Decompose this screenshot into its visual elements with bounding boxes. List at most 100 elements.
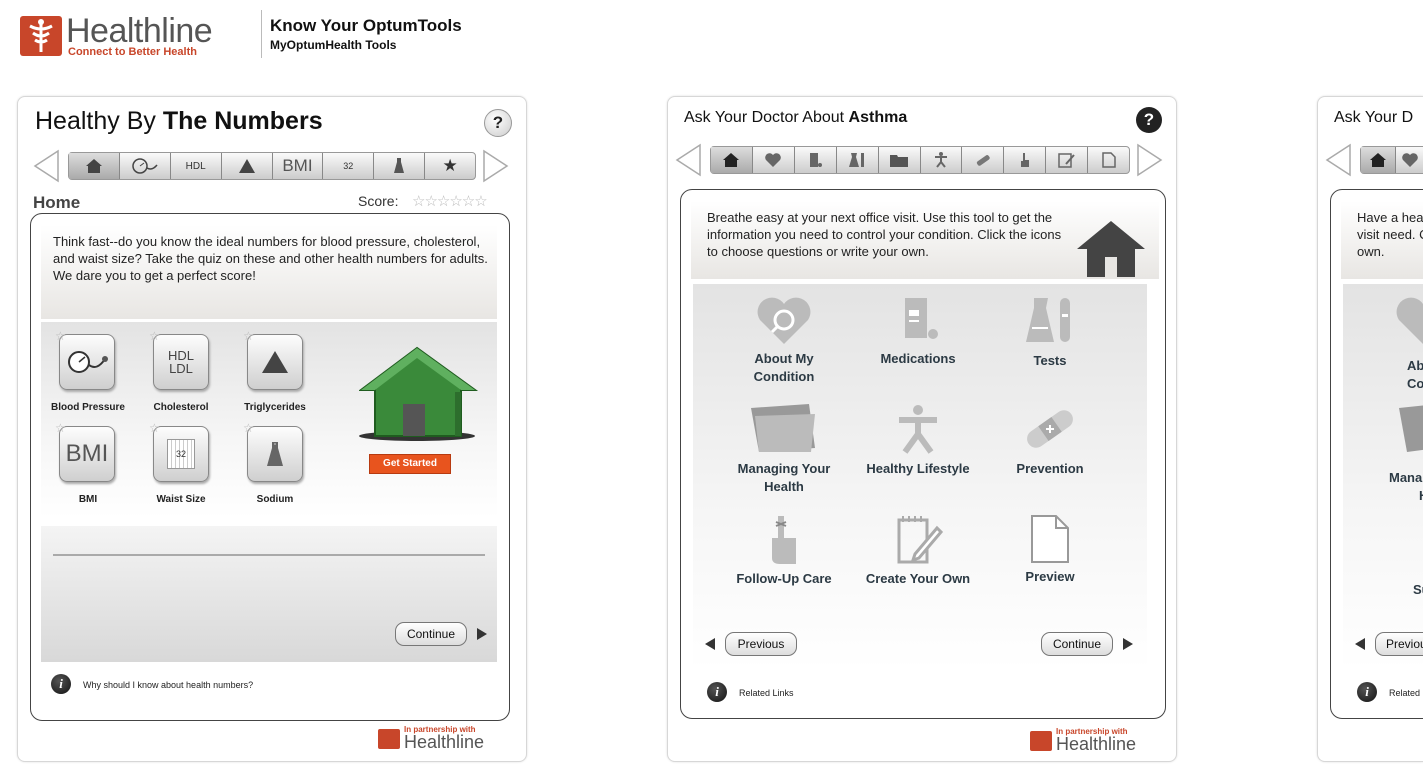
info-link[interactable]: Why should I know about health numbers? xyxy=(83,680,253,690)
item-label: Mana xyxy=(1389,470,1423,485)
nav-strip xyxy=(1360,146,1423,174)
item-label: Preview xyxy=(1025,569,1075,584)
tests-item[interactable]: Tests xyxy=(995,294,1105,370)
nav-tests-icon[interactable] xyxy=(837,147,879,173)
tile-grid: ☆ ☆ HDL LDL ☆ Blood Pressure Cholesterol … xyxy=(41,322,497,518)
medication-icon xyxy=(905,298,938,339)
nav-prev-arrow-icon[interactable] xyxy=(674,143,702,177)
nav-medication-icon[interactable] xyxy=(795,147,837,173)
nav-blood-pressure-icon[interactable] xyxy=(120,153,171,179)
previous-button[interactable]: Previou xyxy=(1375,632,1423,656)
sodium-tile[interactable]: ☆ xyxy=(243,421,303,482)
continue-button[interactable]: Continue xyxy=(1041,632,1113,656)
nav-home-icon[interactable] xyxy=(711,147,753,173)
nav-prev-arrow-icon[interactable] xyxy=(32,149,60,183)
nav-lifestyle-icon[interactable] xyxy=(921,147,963,173)
score-label: Score: xyxy=(358,193,399,209)
managing-your-health-item[interactable]: Managing Your Health xyxy=(729,402,839,496)
house-icon xyxy=(1077,221,1145,277)
nav-bmi-icon[interactable]: BMI xyxy=(273,153,324,179)
tile-label-waist: Waist Size xyxy=(156,494,206,505)
nav-next-arrow-icon[interactable] xyxy=(482,149,510,183)
page-subtitle: MyOptumHealth Tools xyxy=(270,38,397,52)
finger-string-icon xyxy=(772,516,796,564)
caduceus-icon xyxy=(378,729,400,749)
waist-size-tile[interactable]: ☆ 32 xyxy=(149,421,209,482)
person-exercise-icon xyxy=(899,405,937,454)
nav-bandage-icon[interactable] xyxy=(962,147,1005,173)
folder-icon xyxy=(751,404,815,452)
previous-arrow-icon[interactable] xyxy=(1355,638,1365,650)
nav-preview-icon[interactable] xyxy=(1088,147,1129,173)
section-title: Home xyxy=(33,193,81,212)
item-label: Prevention xyxy=(1016,461,1084,476)
help-button[interactable]: ? xyxy=(1136,107,1162,133)
logo-tagline: Connect to Better Health xyxy=(68,46,197,58)
nav-prev-arrow-icon[interactable] xyxy=(1324,143,1352,177)
item-label: About My Condition xyxy=(753,351,815,384)
cholesterol-tile[interactable]: ☆ HDL LDL xyxy=(149,329,209,390)
nav-create-icon[interactable] xyxy=(1046,147,1089,173)
nav-star-icon[interactable]: ★ xyxy=(425,153,475,179)
previous-arrow-icon[interactable] xyxy=(705,638,715,650)
prevention-item[interactable]: Prevention xyxy=(995,402,1105,478)
test-tube-icon xyxy=(1026,298,1070,342)
bmi-tile[interactable]: ☆ BMI xyxy=(55,421,115,482)
topic-grid: About My Condition Medications Tests Man… xyxy=(693,284,1147,670)
nav-home-icon[interactable] xyxy=(1361,147,1396,173)
topic-grid: Ab Co Mana H Su Previou xyxy=(1343,284,1423,670)
tile-label-sodium: Sodium xyxy=(256,494,294,505)
nav-triangle-icon[interactable] xyxy=(222,153,273,179)
tile-label-blood-pressure: Blood Pressure xyxy=(51,402,125,413)
blood-pressure-tile[interactable]: ☆ xyxy=(55,329,115,390)
tile-star-icon: ☆ xyxy=(55,329,66,343)
nav-waist-icon[interactable]: 32 xyxy=(323,153,375,179)
tile-star-icon: ☆ xyxy=(243,421,254,435)
intro-box: Breathe easy at your next office visit. … xyxy=(691,201,1159,279)
triglycerides-tile[interactable]: ☆ xyxy=(243,329,303,390)
nav-home-icon[interactable] xyxy=(69,153,120,179)
item-label: H xyxy=(1419,488,1423,503)
get-started-button[interactable]: Get Started xyxy=(369,454,451,474)
preview-item[interactable]: Preview xyxy=(995,514,1105,586)
header-divider xyxy=(261,10,262,58)
nav-cholesterol-icon[interactable]: HDL xyxy=(171,153,222,179)
info-row: i Related xyxy=(1341,678,1423,706)
partner-logo: In partnership with Healthline xyxy=(378,723,508,753)
nav-sodium-icon[interactable] xyxy=(374,153,426,179)
nav-followup-icon[interactable] xyxy=(1004,147,1047,173)
medications-item[interactable]: Medications xyxy=(863,294,973,368)
follow-up-care-item[interactable]: Follow-Up Care xyxy=(729,514,839,588)
item-label: Follow-Up Care xyxy=(736,571,832,586)
help-button[interactable]: ? xyxy=(484,109,512,137)
continue-arrow-icon[interactable] xyxy=(477,628,487,640)
create-your-own-item[interactable]: Create Your Own xyxy=(863,514,973,588)
topic-panel: Have a hea doctor visit need. Click own.… xyxy=(1330,189,1423,719)
continue-button[interactable]: Continue xyxy=(395,622,467,646)
nav-heart-icon[interactable] xyxy=(1401,152,1419,173)
score-stars: ☆☆☆☆☆☆ xyxy=(412,193,488,210)
nav-next-arrow-icon[interactable] xyxy=(1136,143,1164,177)
about-my-condition-item[interactable]: About My Condition xyxy=(729,294,839,386)
previous-button[interactable]: Previous xyxy=(725,632,797,656)
folder-icon xyxy=(1399,405,1423,452)
info-row: i Related Links xyxy=(691,678,1147,706)
info-icon[interactable]: i xyxy=(1357,682,1377,702)
tile-star-icon: ☆ xyxy=(149,329,160,343)
related-links-link[interactable]: Related xyxy=(1389,688,1420,698)
tape-measure-icon: 32 xyxy=(167,439,195,469)
topic-panel: Breathe easy at your next office visit. … xyxy=(680,189,1166,719)
info-icon[interactable]: i xyxy=(51,674,71,694)
green-house-icon xyxy=(359,346,479,441)
healthy-lifestyle-item[interactable]: Healthy Lifestyle xyxy=(863,402,973,478)
ask-your-doctor-widget: Ask Your Doctor About Asthma ? Breathe e… xyxy=(667,96,1177,762)
widget-title-bold: Asthma xyxy=(848,109,908,126)
nav-folder-icon[interactable] xyxy=(879,147,921,173)
related-links-link[interactable]: Related Links xyxy=(739,688,794,698)
nav-heart-icon[interactable] xyxy=(753,147,795,173)
partner-wordmark: Healthline xyxy=(404,732,485,752)
hdl-ldl-icon: HDL LDL xyxy=(167,348,194,376)
continue-arrow-icon[interactable] xyxy=(1123,638,1133,650)
info-icon[interactable]: i xyxy=(707,682,727,702)
tile-label-bmi: BMI xyxy=(78,494,98,505)
